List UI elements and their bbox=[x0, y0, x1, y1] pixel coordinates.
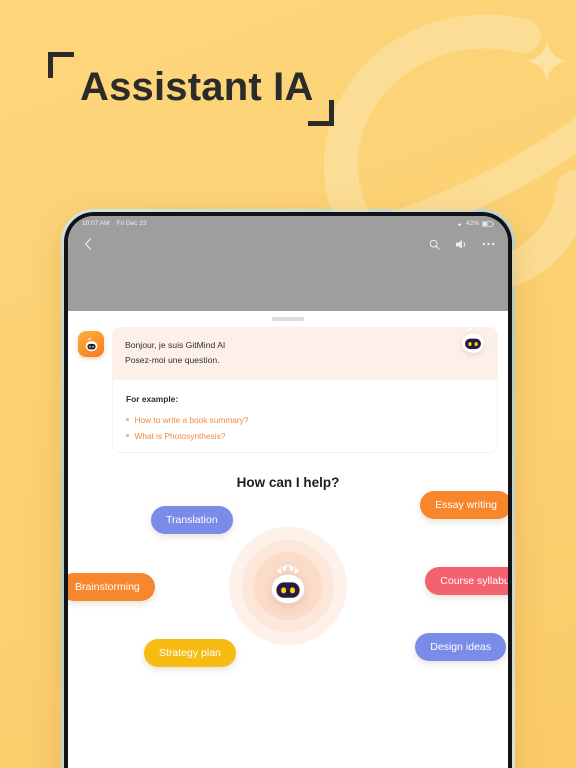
prompt-chip-essay-writing[interactable]: Essay writing bbox=[420, 490, 508, 519]
greeting-line-2: Posez-moi une question. bbox=[125, 354, 220, 365]
prompt-panel-title: How can I help? bbox=[236, 474, 340, 490]
wifi-icon bbox=[456, 221, 463, 227]
example-text: What is Photosynthesis? bbox=[134, 430, 226, 441]
message-composer bbox=[68, 759, 508, 768]
bullet-dot-icon bbox=[126, 418, 129, 421]
search-icon[interactable] bbox=[426, 236, 442, 252]
examples-label: For example: bbox=[126, 393, 179, 407]
chevron-left-icon[interactable] bbox=[80, 236, 96, 252]
prompt-chips-stage: Translation Essay writing Brainstorming … bbox=[68, 490, 508, 759]
greeting-bubble-group: Bonjour, je suis GitMind AI Posez-moi un… bbox=[112, 325, 498, 453]
tablet-device-frame: 10:07 AM Fri Dec 23 42% Bonjour, je suis… bbox=[61, 209, 515, 768]
status-time: 10:07 AM bbox=[82, 220, 110, 227]
examples-bubble: For example: How to write a book summary… bbox=[112, 379, 498, 453]
example-text: How to write a book summary? bbox=[134, 414, 249, 425]
sparkle-star-icon bbox=[524, 38, 570, 84]
prompt-chip-course-syllabus[interactable]: Course syllabus bbox=[425, 566, 508, 595]
prompt-chip-translation[interactable]: Translation bbox=[151, 505, 233, 534]
greeting-line-1: Bonjour, je suis GitMind AI bbox=[125, 340, 226, 350]
gitmind-mascot-icon bbox=[456, 325, 490, 357]
prompt-chip-design-ideas[interactable]: Design ideas bbox=[415, 632, 506, 661]
assistant-sheet: Bonjour, je suis GitMind AI Posez-moi un… bbox=[68, 311, 508, 768]
example-suggestions-list: How to write a book summary? What is Pho… bbox=[126, 415, 484, 441]
app-top-band: 10:07 AM Fri Dec 23 42% bbox=[68, 216, 508, 311]
list-item[interactable]: What is Photosynthesis? bbox=[126, 431, 484, 441]
share-icon[interactable] bbox=[453, 236, 469, 252]
battery-icon bbox=[482, 220, 494, 227]
bullet-dot-icon bbox=[126, 434, 129, 437]
prompt-chip-strategy-plan[interactable]: Strategy plan bbox=[144, 638, 236, 667]
bracket-top-left bbox=[48, 52, 74, 78]
prompt-chip-brainstorming[interactable]: Brainstorming bbox=[68, 572, 155, 601]
page-title: Assistant IA bbox=[80, 65, 314, 109]
gitmind-bot-app-icon bbox=[78, 331, 104, 357]
gitmind-mascot-icon bbox=[264, 563, 312, 609]
greeting-bubble: Bonjour, je suis GitMind AI Posez-moi un… bbox=[112, 327, 498, 380]
status-bar: 10:07 AM Fri Dec 23 42% bbox=[68, 216, 508, 231]
sheet-drag-handle[interactable] bbox=[272, 317, 304, 321]
battery-percent: 42% bbox=[465, 220, 479, 227]
page-title-block: Assistant IA bbox=[48, 52, 348, 144]
bot-intro-message: Bonjour, je suis GitMind AI Posez-moi un… bbox=[78, 325, 498, 453]
app-nav-bar bbox=[68, 231, 508, 257]
app-header-filler bbox=[68, 257, 508, 311]
tablet-screen: 10:07 AM Fri Dec 23 42% Bonjour, je suis… bbox=[68, 216, 508, 768]
list-item[interactable]: How to write a book summary? bbox=[126, 415, 484, 425]
more-horizontal-icon[interactable] bbox=[480, 236, 496, 252]
status-date: Fri Dec 23 bbox=[116, 220, 147, 227]
